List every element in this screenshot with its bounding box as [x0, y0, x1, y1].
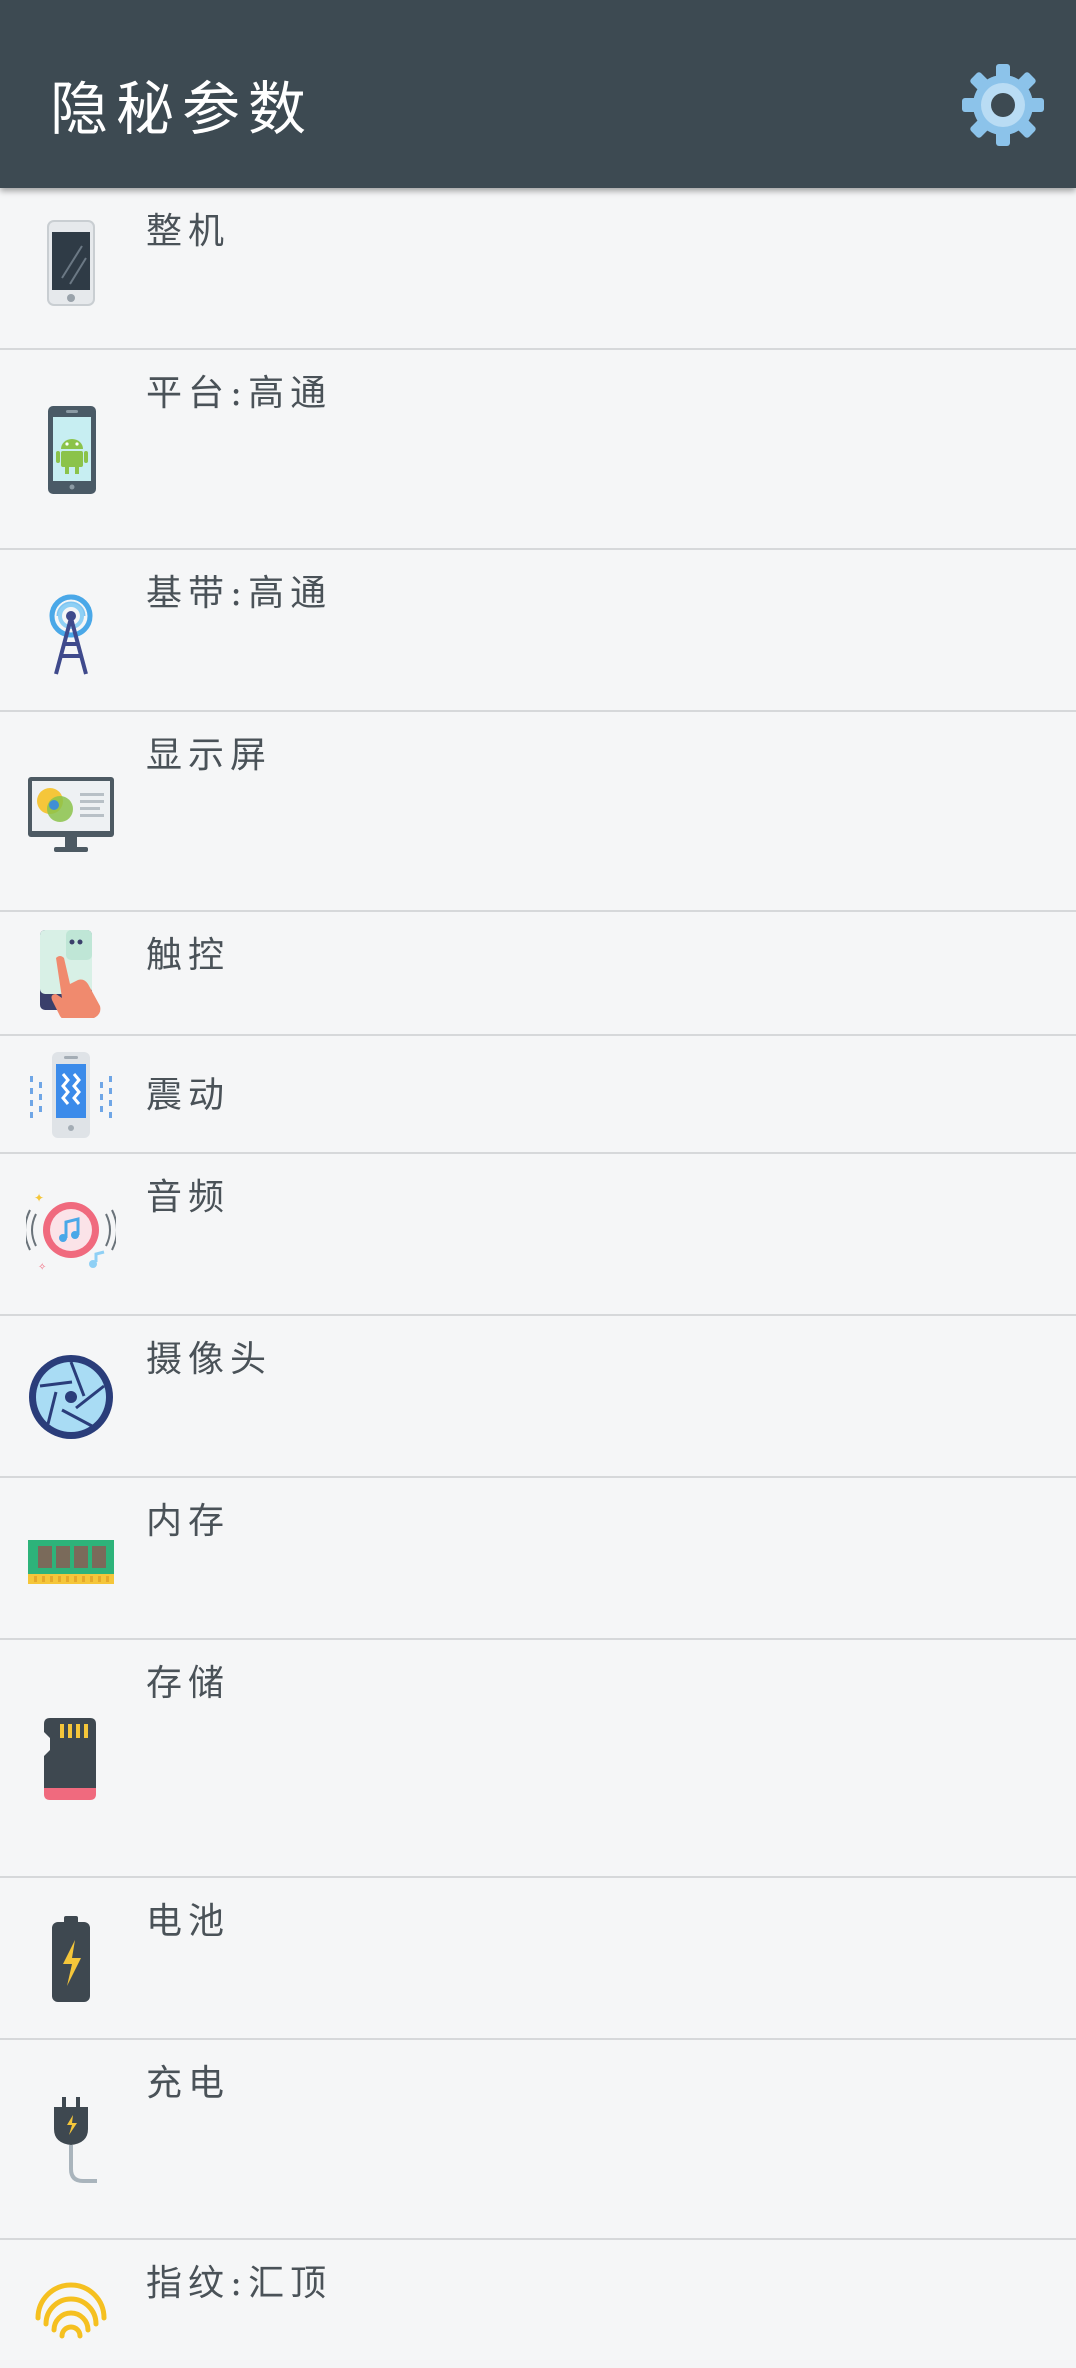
- list-item-display[interactable]: 显示屏: [0, 712, 1076, 912]
- sd-card-icon: [44, 1718, 96, 1800]
- list-item-label: 指纹:汇顶: [146, 2263, 333, 2304]
- list-item-audio[interactable]: ✦ ✧ 音频: [0, 1154, 1076, 1316]
- list-item-label: 整机: [146, 211, 231, 252]
- svg-text:✦: ✦: [34, 1191, 44, 1205]
- list-item-label: 摄像头: [146, 1339, 273, 1380]
- list-item-charging[interactable]: 充电: [0, 2040, 1076, 2240]
- list-item-battery[interactable]: 电池: [0, 1878, 1076, 2040]
- signal-tower-icon: [49, 594, 93, 675]
- svg-text:✧: ✧: [38, 1262, 46, 1273]
- touch-hand-icon: [40, 930, 101, 1018]
- gear-icon: [962, 64, 1044, 146]
- android-phone-icon: [48, 406, 96, 494]
- list-item-label: 平台:高通: [146, 373, 333, 414]
- app-bar: 隐秘参数: [0, 0, 1076, 188]
- plug-icon: [54, 2097, 97, 2183]
- list-item-baseband[interactable]: 基带:高通: [0, 550, 1076, 712]
- list-item-label: 充电: [146, 2063, 231, 2104]
- phone-icon: [47, 220, 95, 306]
- list-item-device[interactable]: 整机: [0, 188, 1076, 350]
- list-item-label: 存储: [146, 1663, 231, 1704]
- list-item-camera[interactable]: 摄像头: [0, 1316, 1076, 1478]
- app-title: 隐秘参数: [50, 75, 315, 143]
- list-item-label: 基带:高通: [146, 573, 333, 614]
- list-item-label: 电池: [146, 1901, 231, 1942]
- battery-icon: [52, 1916, 90, 2002]
- list-item-label: 震动: [146, 1075, 231, 1116]
- monitor-icon: [28, 777, 114, 852]
- list-item-touch[interactable]: 触控: [0, 912, 1076, 1036]
- list-item-label: 显示屏: [146, 735, 273, 776]
- list-item-label: 音频: [146, 1177, 231, 1218]
- list-item-platform[interactable]: 平台:高通: [0, 350, 1076, 550]
- settings-button[interactable]: [960, 62, 1046, 148]
- list-item-label: 触控: [146, 935, 231, 976]
- music-icon: ✦ ✧: [26, 1191, 116, 1273]
- list-item-fingerprint[interactable]: 指纹:汇顶: [0, 2240, 1076, 2360]
- parameter-list: 整机 平台:高通 基带:高通 显示屏 触控 震动 ✦ ✧ 音频 摄像头 内存 存…: [0, 188, 1076, 2360]
- fingerprint-icon: [35, 2282, 107, 2339]
- list-item-memory[interactable]: 内存: [0, 1478, 1076, 1640]
- camera-aperture-icon: [29, 1355, 113, 1439]
- list-item-vibration[interactable]: 震动: [0, 1036, 1076, 1154]
- ram-icon: [28, 1540, 114, 1584]
- list-item-label: 内存: [146, 1501, 231, 1542]
- vibration-icon: [30, 1052, 112, 1138]
- list-item-storage[interactable]: 存储: [0, 1640, 1076, 1878]
